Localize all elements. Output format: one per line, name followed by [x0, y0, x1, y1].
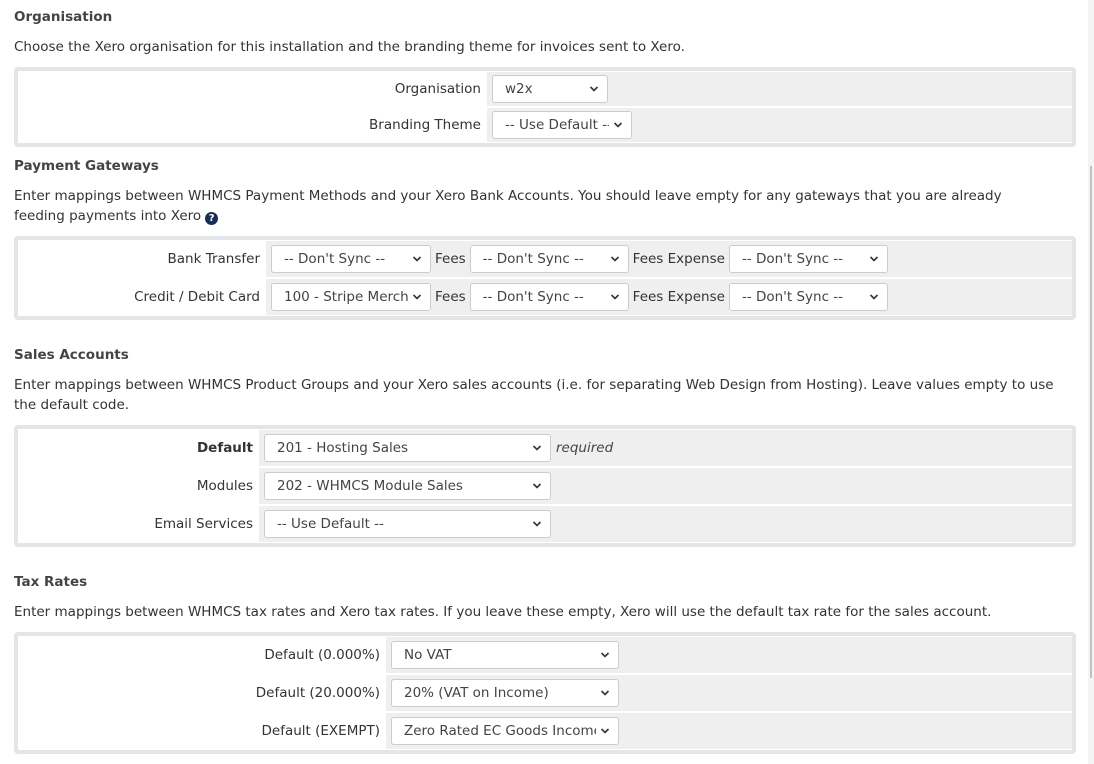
gateway-label: Bank Transfer — [167, 251, 260, 267]
tax-rate-row: Default (0.000%) No VAT — [18, 637, 1072, 673]
chevron-down-icon — [613, 120, 623, 130]
tax-rates-section: Tax Rates Enter mappings between WHMCS t… — [14, 572, 1054, 622]
gateway-account-select[interactable]: -- Don't Sync -- — [271, 245, 431, 273]
organisation-section: Organisation Choose the Xero organisatio… — [14, 7, 1076, 57]
tax-rate-value: Zero Rated EC Goods Income — [404, 723, 596, 739]
tax-rate-field: No VAT — [386, 637, 1072, 673]
sales-account-label: Modules — [196, 478, 253, 494]
required-note: required — [556, 440, 614, 456]
gateway-row: Bank Transfer -- Don't Sync -- Fees -- D… — [18, 241, 1072, 277]
sales-accounts-section: Sales Accounts Enter mappings between WH… — [14, 345, 1054, 415]
sales-accounts-description: Enter mappings between WHMCS Product Gro… — [14, 377, 1054, 413]
chevron-down-icon — [869, 292, 879, 302]
tax-rates-description: Enter mappings between WHMCS tax rates a… — [14, 604, 992, 620]
branding-theme-select-value: -- Use Default -- — [505, 117, 609, 133]
tax-rates-panel: Default (0.000%) No VAT Default (20.000%… — [14, 632, 1076, 754]
organisation-description: Choose the Xero organisation for this in… — [14, 39, 685, 55]
gateway-account-value: -- Don't Sync -- — [284, 251, 386, 267]
gateway-field: 100 - Stripe Merchant Fees -- Don't Sync… — [266, 279, 1072, 315]
payment-gateways-section: Payment Gateways Enter mappings between … — [14, 156, 1054, 226]
fees-expense-label: Fees Expense — [632, 289, 725, 305]
tax-rate-select[interactable]: 20% (VAT on Income) — [391, 679, 619, 707]
question-circle-icon[interactable]: ? — [205, 212, 219, 225]
sales-account-field: 201 - Hosting Sales required — [259, 430, 1072, 466]
organisation-row: Organisation w2x — [18, 72, 1072, 106]
section-title-organisation: Organisation — [14, 9, 113, 25]
chevron-down-icon — [869, 254, 879, 264]
tax-rate-field: Zero Rated EC Goods Income — [386, 713, 1072, 749]
gateway-field: -- Don't Sync -- Fees -- Don't Sync -- F… — [266, 241, 1072, 277]
sales-account-label: Default — [196, 440, 253, 456]
chevron-down-icon — [610, 292, 620, 302]
chevron-down-icon — [600, 726, 610, 736]
branding-theme-label: Branding Theme — [369, 117, 481, 133]
chevron-down-icon — [412, 292, 422, 302]
chevron-down-icon — [412, 254, 422, 264]
chevron-down-icon — [532, 443, 542, 453]
sales-account-row: Modules 202 - WHMCS Module Sales — [18, 468, 1072, 504]
organisation-field: w2x — [487, 72, 1072, 106]
chevron-down-icon — [600, 650, 610, 660]
tax-rate-label: Default (20.000%) — [255, 685, 380, 701]
gateway-account-select[interactable]: 100 - Stripe Merchant — [271, 283, 431, 311]
payment-gateways-panel: Bank Transfer -- Don't Sync -- Fees -- D… — [14, 236, 1076, 320]
organisation-panel: Organisation w2x Branding Theme -- Use D… — [14, 67, 1076, 147]
tax-rate-row: Default (20.000%) 20% (VAT on Income) — [18, 675, 1072, 711]
gateway-fees-expense-value: -- Don't Sync -- — [741, 251, 844, 267]
chevron-down-icon — [532, 519, 542, 529]
gateway-fees-select[interactable]: -- Don't Sync -- — [469, 245, 629, 273]
sales-account-select[interactable]: 201 - Hosting Sales — [264, 434, 551, 462]
sales-account-row: Default 201 - Hosting Sales required — [18, 430, 1072, 466]
fees-label: Fees — [435, 289, 466, 305]
gateway-row: Credit / Debit Card 100 - Stripe Merchan… — [18, 279, 1072, 315]
tax-rate-row: Default (EXEMPT) Zero Rated EC Goods Inc… — [18, 713, 1072, 749]
chevron-down-icon — [532, 481, 542, 491]
section-title-sales-accounts: Sales Accounts — [14, 347, 129, 363]
sales-account-value: 202 - WHMCS Module Sales — [277, 478, 463, 494]
sales-account-value: 201 - Hosting Sales — [277, 440, 409, 456]
sales-account-label: Email Services — [154, 516, 253, 532]
tax-rate-value: No VAT — [404, 647, 452, 663]
fees-label: Fees — [435, 251, 466, 267]
tax-rate-value: 20% (VAT on Income) — [404, 685, 549, 701]
organisation-select-value: w2x — [505, 81, 533, 97]
branding-theme-row: Branding Theme -- Use Default -- — [18, 108, 1072, 142]
organisation-select[interactable]: w2x — [492, 75, 608, 103]
sales-account-value: -- Use Default -- — [277, 516, 384, 532]
sales-account-field: -- Use Default -- — [259, 506, 1072, 542]
sales-account-field: 202 - WHMCS Module Sales — [259, 468, 1072, 504]
gateway-account-value: 100 - Stripe Merchant — [284, 289, 408, 305]
sales-account-select[interactable]: 202 - WHMCS Module Sales — [264, 472, 551, 500]
gateway-fees-value: -- Don't Sync -- — [482, 289, 584, 305]
branding-theme-field: -- Use Default -- — [487, 108, 1072, 142]
branding-theme-select[interactable]: -- Use Default -- — [492, 111, 632, 139]
tax-rate-label: Default (0.000%) — [264, 647, 380, 663]
chevron-down-icon — [600, 688, 610, 698]
tax-rate-select[interactable]: No VAT — [391, 641, 619, 669]
gateway-fees-value: -- Don't Sync -- — [482, 251, 584, 267]
section-title-tax-rates: Tax Rates — [14, 574, 88, 590]
payment-gateways-description-text: Enter mappings between WHMCS Payment Met… — [14, 188, 1002, 224]
sales-account-select[interactable]: -- Use Default -- — [264, 510, 551, 538]
gateway-fees-select[interactable]: -- Don't Sync -- — [469, 283, 629, 311]
fees-expense-label: Fees Expense — [632, 251, 725, 267]
tax-rate-label: Default (EXEMPT) — [261, 723, 381, 739]
sales-account-row: Email Services -- Use Default -- — [18, 506, 1072, 542]
gateway-fees-expense-value: -- Don't Sync -- — [741, 289, 844, 305]
tax-rate-field: 20% (VAT on Income) — [386, 675, 1072, 711]
payment-gateways-description: Enter mappings between WHMCS Payment Met… — [14, 186, 1054, 226]
tax-rate-select[interactable]: Zero Rated EC Goods Income — [391, 717, 619, 745]
scrollbar-thumb[interactable] — [1090, 166, 1092, 678]
gateway-fees-expense-select[interactable]: -- Don't Sync -- — [728, 283, 888, 311]
organisation-label: Organisation — [394, 81, 481, 97]
section-title-payment-gateways: Payment Gateways — [14, 158, 159, 174]
chevron-down-icon — [589, 84, 599, 94]
gateway-label: Credit / Debit Card — [134, 289, 260, 305]
chevron-down-icon — [610, 254, 620, 264]
sales-accounts-panel: Default 201 - Hosting Sales required Mod… — [14, 425, 1076, 547]
gateway-fees-expense-select[interactable]: -- Don't Sync -- — [728, 245, 888, 273]
